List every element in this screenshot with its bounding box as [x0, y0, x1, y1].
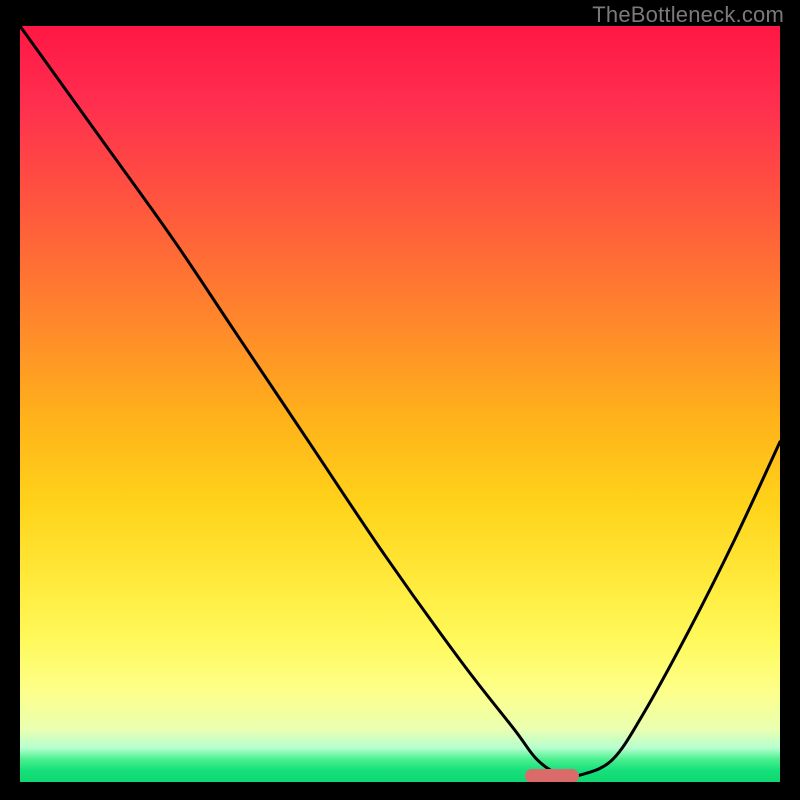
- plot-area: [20, 26, 780, 782]
- bottleneck-curve: [20, 26, 780, 782]
- watermark-text: TheBottleneck.com: [592, 2, 784, 28]
- optimal-range-marker: [525, 769, 578, 782]
- chart-frame: TheBottleneck.com: [0, 0, 800, 800]
